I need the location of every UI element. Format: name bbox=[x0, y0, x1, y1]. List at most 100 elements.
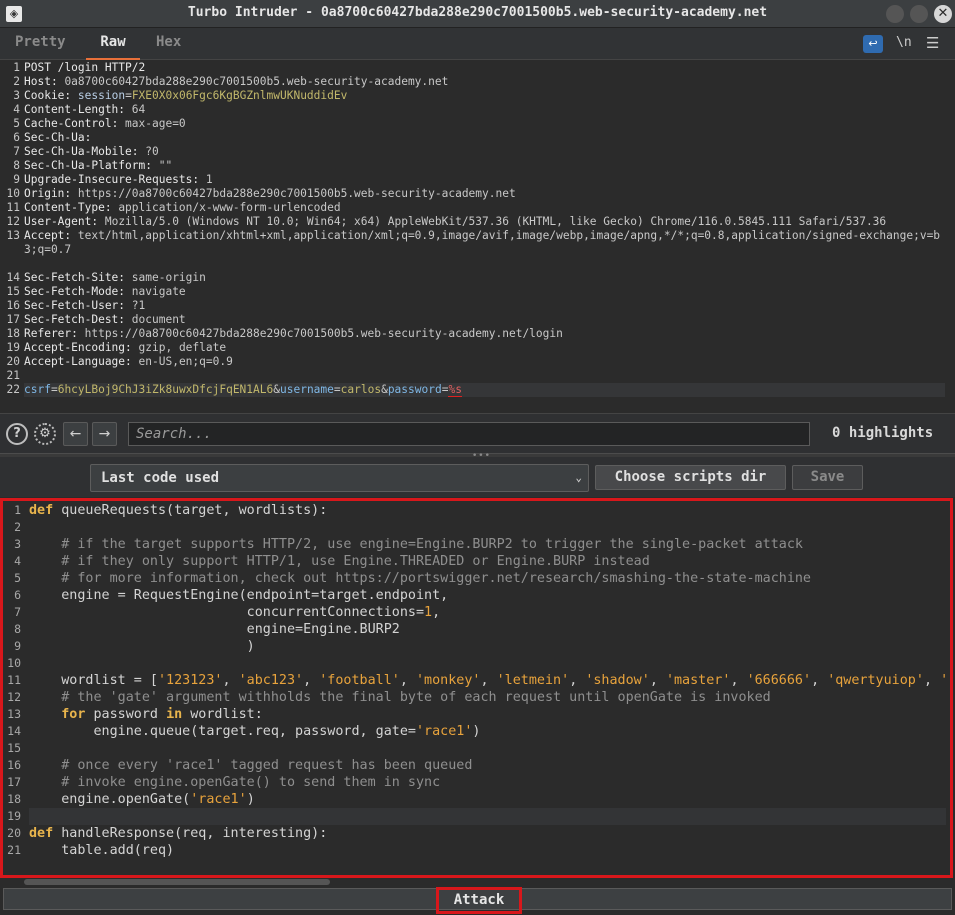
request-body: csrf=6hcyLBoj9ChJ3iZk8uwxDfcjFqEN1AL6&us… bbox=[24, 383, 945, 397]
attack-button[interactable]: Attack bbox=[3, 887, 952, 914]
line-number: 10 bbox=[6, 187, 20, 200]
chevron-down-icon: ⌄ bbox=[575, 471, 582, 484]
code-line: engine = RequestEngine(endpoint=target.e… bbox=[29, 588, 449, 603]
script-select-value: Last code used bbox=[101, 470, 220, 486]
help-icon[interactable]: ? bbox=[6, 423, 28, 445]
header-referer: Referer: https://0a8700c60427bda288e290c… bbox=[24, 327, 563, 340]
code-line: # for more information, check out https:… bbox=[29, 571, 811, 586]
code-line: ) bbox=[29, 639, 255, 654]
line-number: 5 bbox=[14, 571, 21, 585]
line-number: 19 bbox=[6, 341, 20, 354]
line-number: 18 bbox=[6, 327, 20, 340]
line-number: 16 bbox=[7, 758, 21, 772]
word-wrap-icon[interactable]: ↩ bbox=[863, 35, 883, 53]
show-newlines-toggle[interactable]: \n bbox=[896, 35, 912, 50]
header-upgrade-insecure-requests: Upgrade-Insecure-Requests: 1 bbox=[24, 173, 213, 186]
line-number: 6 bbox=[14, 588, 21, 602]
close-button[interactable]: ✕ bbox=[934, 5, 952, 23]
line-number: 15 bbox=[6, 285, 20, 298]
code-line: def handleResponse(req, interesting): bbox=[29, 826, 328, 841]
window-title: Turbo Intruder - 0a8700c60427bda288e290c… bbox=[187, 5, 768, 20]
header-content-length: Content-Length: 64 bbox=[24, 103, 146, 116]
search-input[interactable] bbox=[128, 422, 810, 446]
header-sec-fetch-user: Sec-Fetch-User: ?1 bbox=[24, 299, 146, 312]
save-button[interactable]: Save bbox=[792, 465, 863, 490]
script-editor[interactable]: 1 2 3 4 5 6 7 8 9 10 11 12 13 14 15 16 1… bbox=[0, 498, 953, 878]
header-accept-language: Accept-Language: en-US,en;q=0.9 bbox=[24, 355, 233, 368]
line-number: 2 bbox=[13, 75, 20, 88]
previous-match-button[interactable]: ← bbox=[63, 422, 88, 446]
line-number: 14 bbox=[7, 724, 21, 738]
header-sec-fetch-site: Sec-Fetch-Site: same-origin bbox=[24, 271, 206, 284]
header-accept: Accept: text/html,application/xhtml+xml,… bbox=[24, 229, 941, 256]
line-number: 16 bbox=[6, 299, 20, 312]
header-sec-ch-ua-mobile: Sec-Ch-Ua-Mobile: ?0 bbox=[24, 145, 159, 158]
code-line: for password in wordlist: bbox=[61, 707, 263, 722]
line-number: 4 bbox=[14, 554, 21, 568]
header-cache-control: Cache-Control: max-age=0 bbox=[24, 117, 186, 130]
maximize-button[interactable] bbox=[910, 5, 928, 23]
code-line: # if the target supports HTTP/2, use eng… bbox=[29, 537, 803, 552]
tab-raw[interactable]: Raw bbox=[86, 34, 140, 60]
line-number: 12 bbox=[6, 215, 20, 228]
line-number: 15 bbox=[7, 741, 21, 755]
line-number: 4 bbox=[13, 103, 20, 116]
line-number: 8 bbox=[13, 159, 20, 172]
script-line-numbers: 1 2 3 4 5 6 7 8 9 10 11 12 13 14 15 16 1… bbox=[3, 502, 21, 859]
line-number: 6 bbox=[13, 131, 20, 144]
choose-scripts-dir-button[interactable]: Choose scripts dir bbox=[595, 465, 786, 490]
code-line: def queueRequests(target, wordlists): bbox=[29, 503, 328, 518]
header-origin: Origin: https://0a8700c60427bda288e290c7… bbox=[24, 187, 516, 200]
script-select[interactable]: Last code used ⌄ bbox=[90, 464, 589, 492]
line-number bbox=[0, 243, 20, 271]
highlights-count: 0 highlights bbox=[832, 425, 934, 441]
line-number: 11 bbox=[6, 201, 20, 214]
header-sec-fetch-dest: Sec-Fetch-Dest: document bbox=[24, 313, 186, 326]
header-accept-encoding: Accept-Encoding: gzip, deflate bbox=[24, 341, 227, 354]
raw-request-editor[interactable]: 1 2 3 4 5 6 7 8 9 10 11 12 13 14 15 16 1… bbox=[0, 60, 955, 412]
line-number: 18 bbox=[7, 792, 21, 806]
header-user-agent: User-Agent: Mozilla/5.0 (Windows NT 10.0… bbox=[24, 215, 887, 228]
line-number: 7 bbox=[13, 145, 20, 158]
line-number: 7 bbox=[14, 605, 21, 619]
line-number: 2 bbox=[14, 520, 21, 534]
code-line: engine=Engine.BURP2 bbox=[29, 622, 400, 637]
menu-icon[interactable]: ☰ bbox=[926, 34, 939, 52]
header-cookie: Cookie: session=FXE0X0x06Fgc6KgBGZnlmwUK… bbox=[24, 89, 348, 102]
line-number: 1 bbox=[13, 61, 20, 74]
line-number: 1 bbox=[14, 503, 21, 517]
tab-pretty[interactable]: Pretty bbox=[15, 34, 66, 60]
code-line bbox=[29, 808, 946, 825]
horizontal-scrollbar[interactable] bbox=[24, 879, 330, 885]
line-number: 17 bbox=[7, 775, 21, 789]
line-number: 3 bbox=[13, 89, 20, 102]
line-number: 13 bbox=[7, 707, 21, 721]
code-line: engine.queue(target.req, password, gate=… bbox=[29, 724, 481, 739]
payload-placeholder: %s bbox=[448, 383, 462, 397]
line-number: 10 bbox=[7, 656, 21, 670]
tab-hex[interactable]: Hex bbox=[156, 34, 181, 60]
code-line: engine.openGate('race1') bbox=[29, 792, 255, 807]
line-number: 14 bbox=[6, 271, 20, 284]
line-number: 8 bbox=[14, 622, 21, 636]
minimize-button[interactable] bbox=[886, 5, 904, 23]
code-line: concurrentConnections=1, bbox=[29, 605, 441, 620]
line-number: 21 bbox=[6, 369, 20, 382]
line-number: 20 bbox=[6, 355, 20, 368]
next-match-button[interactable]: → bbox=[92, 422, 117, 446]
line-number: 22 bbox=[6, 383, 20, 396]
request-view-tabs: Pretty Raw Hex ↩ \n ☰ bbox=[0, 28, 955, 60]
line-number: 3 bbox=[14, 537, 21, 551]
window-titlebar: ◈ Turbo Intruder - 0a8700c60427bda288e29… bbox=[0, 0, 955, 28]
gear-icon[interactable]: ⚙ bbox=[34, 423, 56, 445]
header-sec-fetch-mode: Sec-Fetch-Mode: navigate bbox=[24, 285, 186, 298]
line-number: 13 bbox=[6, 229, 20, 242]
header-host: Host: 0a8700c60427bda288e290c7001500b5.w… bbox=[24, 75, 449, 88]
line-number: 17 bbox=[6, 313, 20, 326]
code-line: # if they only support HTTP/1, use Engin… bbox=[29, 554, 650, 569]
line-number: 9 bbox=[13, 173, 20, 186]
